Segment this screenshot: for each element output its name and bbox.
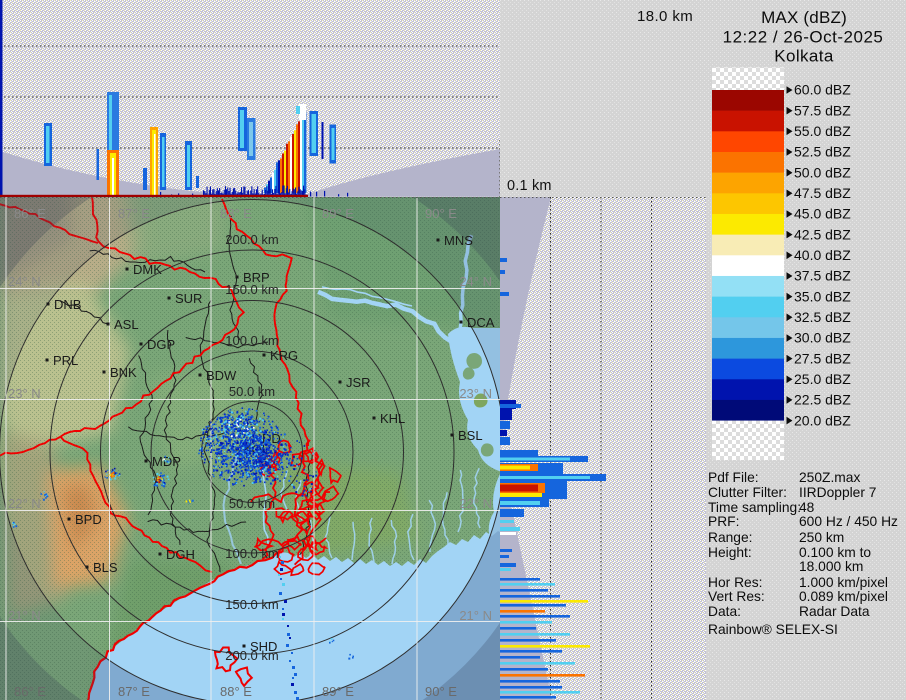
svg-text:BLS: BLS — [93, 560, 118, 575]
svg-text:30.0 dBZ: 30.0 dBZ — [794, 330, 851, 346]
svg-text:57.5 dBZ: 57.5 dBZ — [794, 102, 851, 118]
svg-text:Rainbow® SELEX-SI: Rainbow® SELEX-SI — [708, 622, 838, 637]
svg-text:52.5 dBZ: 52.5 dBZ — [794, 144, 851, 160]
svg-text:BDW: BDW — [206, 368, 237, 383]
svg-text:37.5 dBZ: 37.5 dBZ — [794, 268, 851, 284]
svg-text:20.0 dBZ: 20.0 dBZ — [794, 412, 851, 428]
svg-text:Range:: Range: — [708, 530, 753, 545]
svg-text:24° N: 24° N — [459, 274, 492, 289]
svg-text:Radar Data: Radar Data — [799, 604, 870, 619]
svg-text:23° N: 23° N — [8, 386, 41, 401]
svg-text:0.1 km: 0.1 km — [507, 178, 552, 194]
svg-text:250Z.max: 250Z.max — [799, 470, 860, 485]
svg-text:KHL: KHL — [380, 411, 405, 426]
svg-text:JSR: JSR — [346, 375, 371, 390]
svg-text:22° N: 22° N — [8, 496, 41, 511]
svg-text:BRP: BRP — [243, 270, 270, 285]
svg-text:BNK: BNK — [110, 365, 137, 380]
svg-text:47.5 dBZ: 47.5 dBZ — [794, 185, 851, 201]
svg-text:88° E: 88° E — [220, 206, 252, 221]
svg-text:55.0 dBZ: 55.0 dBZ — [794, 123, 851, 139]
svg-text:BPD: BPD — [75, 512, 102, 527]
svg-text:60.0 dBZ: 60.0 dBZ — [794, 82, 851, 98]
svg-text:42.5 dBZ: 42.5 dBZ — [794, 226, 851, 242]
svg-text:SHD: SHD — [250, 639, 277, 654]
svg-text:150.0 km: 150.0 km — [225, 597, 278, 612]
svg-text:KRG: KRG — [270, 348, 298, 363]
svg-text:250 km: 250 km — [799, 530, 844, 545]
svg-text:Clutter Filter:: Clutter Filter: — [708, 485, 787, 500]
svg-text:21° N: 21° N — [8, 608, 41, 623]
svg-text:DGH: DGH — [166, 547, 195, 562]
svg-text:200.0 km: 200.0 km — [225, 232, 278, 247]
svg-text:32.5 dBZ: 32.5 dBZ — [794, 309, 851, 325]
svg-text:1.000 km/pixel: 1.000 km/pixel — [799, 575, 888, 590]
svg-text:IIRDoppler 7: IIRDoppler 7 — [799, 485, 876, 500]
svg-text:90° E: 90° E — [425, 206, 457, 221]
svg-text:Height:: Height: — [708, 545, 752, 560]
svg-text:MAX (dBZ): MAX (dBZ) — [761, 8, 847, 27]
svg-text:18.0 km: 18.0 km — [637, 8, 693, 25]
svg-text:DMK: DMK — [133, 262, 162, 277]
svg-text:21° N: 21° N — [459, 608, 492, 623]
svg-text:23° N: 23° N — [459, 386, 492, 401]
svg-text:100.0 km: 100.0 km — [225, 333, 278, 348]
svg-text:87° E: 87° E — [118, 684, 150, 699]
svg-text:100.0 km: 100.0 km — [225, 546, 278, 561]
svg-text:86° E: 86° E — [14, 684, 46, 699]
svg-text:Hor Res:: Hor Res: — [708, 575, 762, 590]
svg-text:48: 48 — [799, 500, 815, 515]
svg-text:DGP: DGP — [147, 337, 175, 352]
svg-text:12:22 / 26-Oct-2025: 12:22 / 26-Oct-2025 — [723, 28, 884, 47]
svg-text:MNS: MNS — [444, 233, 473, 248]
svg-text:PRF:: PRF: — [708, 514, 739, 529]
svg-text:45.0 dBZ: 45.0 dBZ — [794, 206, 851, 222]
svg-text:Pdf File:: Pdf File: — [708, 470, 759, 485]
svg-text:27.5 dBZ: 27.5 dBZ — [794, 350, 851, 366]
svg-text:88° E: 88° E — [220, 684, 252, 699]
svg-text:87° E: 87° E — [118, 206, 150, 221]
svg-text:22° N: 22° N — [459, 496, 492, 511]
svg-text:50.0 km: 50.0 km — [229, 384, 275, 399]
svg-text:35.0 dBZ: 35.0 dBZ — [794, 288, 851, 304]
svg-text:0.089 km/pixel: 0.089 km/pixel — [799, 589, 888, 604]
svg-text:50.0 km: 50.0 km — [229, 496, 275, 511]
svg-text:0.100 km to: 0.100 km to — [799, 545, 871, 560]
svg-text:DCA: DCA — [467, 315, 495, 330]
svg-text:25.0 dBZ: 25.0 dBZ — [794, 371, 851, 387]
svg-text:18.000 km: 18.000 km — [799, 559, 863, 574]
svg-text:PRL: PRL — [53, 353, 78, 368]
svg-text:ASL: ASL — [114, 317, 139, 332]
svg-text:Vert Res:: Vert Res: — [708, 589, 765, 604]
svg-text:90° E: 90° E — [425, 684, 457, 699]
svg-text:BSL: BSL — [458, 428, 483, 443]
svg-text:Time sampling:: Time sampling: — [708, 500, 801, 515]
svg-text:DNB: DNB — [54, 297, 81, 312]
svg-text:89° E: 89° E — [322, 684, 354, 699]
svg-text:22.5 dBZ: 22.5 dBZ — [794, 392, 851, 408]
svg-text:50.0 dBZ: 50.0 dBZ — [794, 164, 851, 180]
svg-text:40.0 dBZ: 40.0 dBZ — [794, 247, 851, 263]
svg-text:89° E: 89° E — [322, 206, 354, 221]
svg-text:SUR: SUR — [175, 291, 202, 306]
svg-text:24° N: 24° N — [8, 274, 41, 289]
svg-text:600 Hz / 450 Hz: 600 Hz / 450 Hz — [799, 514, 898, 529]
svg-text:86° E: 86° E — [14, 206, 46, 221]
svg-text:Data:: Data: — [708, 604, 741, 619]
svg-text:Kolkata: Kolkata — [774, 47, 834, 66]
